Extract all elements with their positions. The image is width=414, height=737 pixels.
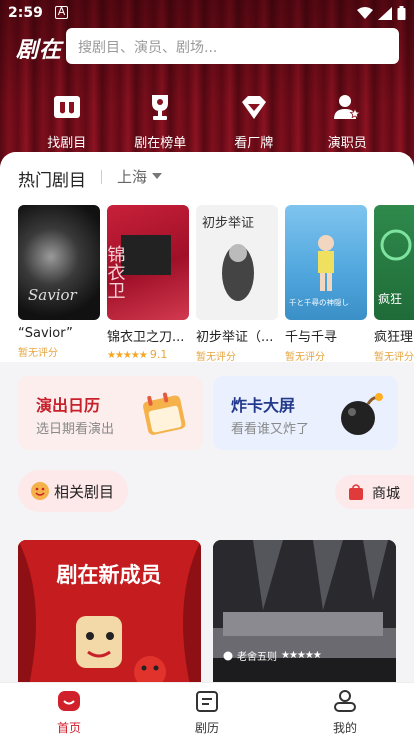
quick-nav-label: 演职员 xyxy=(327,136,367,151)
user-icon xyxy=(334,690,356,712)
bomb-icon xyxy=(341,393,383,435)
calendar-tab-icon xyxy=(196,691,218,712)
promo-subtitle: 看看谁又炸了 xyxy=(231,422,310,437)
leaderboard-promo[interactable]: 炸卡大屏 看看谁又炸了 xyxy=(213,376,398,450)
city-selector[interactable]: 上海 xyxy=(117,166,147,187)
comment-icon xyxy=(223,651,233,660)
show-poster[interactable]: Savior xyxy=(18,205,100,320)
feed-author: 老舍五则 xyxy=(237,652,277,663)
feed-stars-icon: ★★★★★ xyxy=(281,650,322,661)
related-shows-label: 相关剧目 xyxy=(54,483,115,501)
smile-face-icon xyxy=(31,482,49,500)
show-rating: 暂无评分 xyxy=(196,352,236,363)
tab-profile[interactable]: 我的 xyxy=(276,683,414,737)
quick-nav-labels[interactable]: 看厂牌 xyxy=(214,92,294,151)
feed-card[interactable]: 剧在新成员 xyxy=(18,540,201,690)
status-time: 2:59 xyxy=(8,5,43,21)
show-name: 千与千寻 xyxy=(285,330,338,345)
poster-art: 疯狂 xyxy=(378,229,412,306)
svg-text:千と千尋の神隠し: 千と千尋の神隠し xyxy=(289,297,349,307)
feed-banner-art: 剧在新成员 xyxy=(18,540,201,690)
signal-icon xyxy=(378,6,392,20)
quick-nav-label: 看厂牌 xyxy=(234,136,274,151)
poster-art: 锦衣卫 xyxy=(107,235,171,299)
show-name: “Savior” xyxy=(18,326,73,341)
battery-icon xyxy=(397,6,406,20)
tab-home[interactable]: 首页 xyxy=(0,683,138,737)
show-rating: 暂无评分 xyxy=(18,348,58,359)
caret-down-icon[interactable] xyxy=(152,173,162,179)
related-shows-button[interactable]: 相关剧目 xyxy=(18,470,128,512)
home-icon xyxy=(58,691,80,711)
tab-calendar[interactable]: 剧历 xyxy=(138,683,276,737)
status-bar: 2:59 A xyxy=(0,0,414,28)
show-card[interactable]: Savior “Savior” 暂无评分 xyxy=(18,205,100,363)
quick-nav: 找剧目 剧在榜单 看厂牌 演职员 xyxy=(0,92,414,151)
show-name: 锦衣卫之刀... xyxy=(107,330,185,345)
show-card[interactable]: 千と千尋の神隠し 千与千寻 暂无评分 xyxy=(285,205,367,363)
svg-text:疯狂: 疯狂 xyxy=(378,291,402,306)
show-rating: 暂无评分 xyxy=(374,352,414,363)
show-poster[interactable]: 疯狂 xyxy=(374,205,414,320)
search-placeholder: 搜剧目、演员、剧场... xyxy=(78,40,218,56)
rating-stars-icon: ★★★★★ xyxy=(107,350,148,361)
mall-label: 商城 xyxy=(372,486,400,502)
promo-title: 炸卡大屏 xyxy=(231,396,296,415)
show-card[interactable]: 锦衣卫 锦衣卫之刀... ★★★★★ 9.1 xyxy=(107,205,189,363)
svg-text:锦衣卫: 锦衣卫 xyxy=(107,245,126,299)
quick-nav-cast[interactable]: 演职员 xyxy=(307,92,387,151)
svg-text:初步举证: 初步举证 xyxy=(202,216,254,231)
hot-shows-list: Savior “Savior” 暂无评分 锦衣卫 锦衣卫之刀... ★★★★★ 9… xyxy=(18,205,414,363)
tab-label: 我的 xyxy=(332,721,357,735)
quick-nav-find-shows[interactable]: 找剧目 xyxy=(27,92,107,151)
search-input[interactable]: 搜剧目、演员、剧场... xyxy=(66,28,399,64)
calendar-icon xyxy=(143,392,186,435)
poster-art: 初步举证 xyxy=(202,216,254,301)
divider xyxy=(101,170,102,184)
feed-photo-art xyxy=(213,540,396,690)
masks-icon xyxy=(53,96,80,118)
promo-subtitle: 选日期看演出 xyxy=(36,422,115,437)
shopping-bag-icon xyxy=(349,484,363,500)
show-name: 初步举证（... xyxy=(196,330,274,345)
svg-text:剧在新成员: 剧在新成员 xyxy=(57,563,162,587)
show-poster[interactable]: 千と千尋の神隠し xyxy=(285,205,367,320)
person-star-icon xyxy=(334,95,361,119)
show-card[interactable]: 疯狂 疯狂理... 暂无评分 xyxy=(374,205,414,363)
show-poster[interactable]: 锦衣卫 xyxy=(107,205,189,320)
show-rating: ★★★★★ 9.1 xyxy=(107,348,189,361)
show-poster[interactable]: 初步举证 xyxy=(196,205,278,320)
poster-art: 千と千尋の神隠し xyxy=(289,235,349,307)
calendar-promo[interactable]: 演出日历 选日期看演出 xyxy=(18,376,203,450)
svg-text:Savior: Savior xyxy=(28,286,78,304)
hot-shows-title: 热门剧目 xyxy=(18,171,86,191)
app-logo: 剧在 xyxy=(16,38,63,63)
app-indicator-icon: A xyxy=(55,6,68,19)
tab-label: 剧历 xyxy=(194,721,219,735)
show-card[interactable]: 初步举证 初步举证（... 暂无评分 xyxy=(196,205,278,363)
feed-card[interactable]: 老舍五则 ★★★★★ xyxy=(213,540,396,690)
quick-nav-rankings[interactable]: 剧在榜单 xyxy=(120,92,200,151)
show-score: 9.1 xyxy=(149,348,168,361)
wifi-icon xyxy=(357,6,373,19)
promo-title: 演出日历 xyxy=(36,396,101,415)
main-card: 热门剧目 上海 Savior “Savior” 暂无评分 锦衣卫 锦衣卫之刀..… xyxy=(0,152,414,692)
tab-label: 首页 xyxy=(56,721,81,735)
show-name: 疯狂理... xyxy=(374,330,414,345)
mall-button[interactable]: 商城 xyxy=(335,475,414,509)
quick-nav-label: 找剧目 xyxy=(47,136,87,151)
quick-nav-label: 剧在榜单 xyxy=(134,136,187,151)
poster-art: Savior xyxy=(28,286,78,304)
show-rating: 暂无评分 xyxy=(285,352,325,363)
bottom-tab-bar: 首页 剧历 我的 xyxy=(0,682,414,737)
gem-icon xyxy=(241,96,266,119)
trophy-icon xyxy=(152,95,169,120)
feed-meta: 老舍五则 ★★★★★ xyxy=(223,648,322,663)
